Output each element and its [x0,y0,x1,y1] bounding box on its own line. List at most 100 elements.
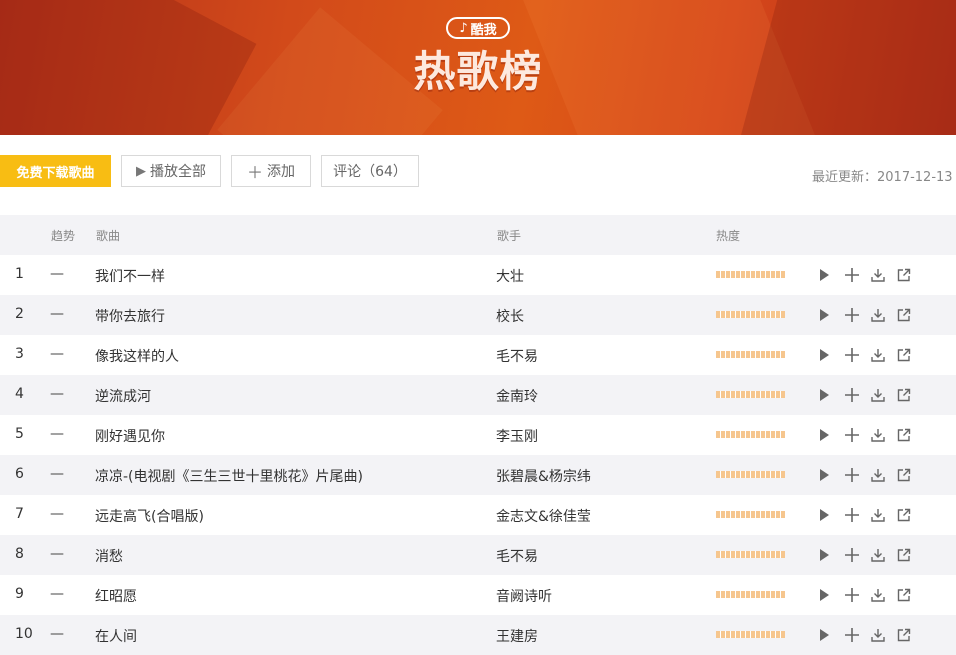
share-icon[interactable] [897,546,923,564]
heat-fill [716,271,785,278]
play-icon[interactable] [819,306,845,324]
add-icon[interactable] [845,346,871,364]
heat-fill [716,551,785,558]
artist-name[interactable]: 音阙诗听 [496,586,552,606]
song-title[interactable]: 消愁 [95,546,123,566]
row-actions [819,386,923,404]
play-icon[interactable] [819,466,845,484]
song-title[interactable]: 凉凉-(电视剧《三生三世十里桃花》片尾曲) [95,466,363,486]
chart-banner: ♪ 酷我 热歌榜 [0,0,956,135]
add-icon[interactable] [845,546,871,564]
header-artist: 歌手 [497,229,522,243]
artist-name[interactable]: 王建房 [496,626,538,646]
row-actions [819,426,923,444]
trend: — [50,306,64,322]
free-download-button[interactable]: 免费下载歌曲 [0,155,111,187]
song-title[interactable]: 带你去旅行 [95,306,165,326]
add-icon[interactable] [845,506,871,524]
add-icon[interactable] [845,426,871,444]
song-title[interactable]: 我们不一样 [95,266,165,286]
share-icon[interactable] [897,626,923,644]
add-button[interactable]: ＋ 添加 [231,155,311,187]
add-icon[interactable] [845,386,871,404]
add-icon[interactable] [845,306,871,324]
share-icon[interactable] [897,386,923,404]
play-icon[interactable] [819,266,845,284]
artist-name[interactable]: 李玉刚 [496,426,538,446]
play-all-button[interactable]: ▶ 播放全部 [121,155,221,187]
download-icon[interactable] [871,626,897,644]
song-title[interactable]: 远走高飞(合唱版) [95,506,204,526]
play-icon[interactable] [819,426,845,444]
table-row: 10 — 在人间 王建房 [0,615,956,655]
download-icon[interactable] [871,546,897,564]
song-title[interactable]: 红昭愿 [95,586,137,606]
heat-fill [716,471,785,478]
download-icon[interactable] [871,426,897,444]
brand-name: 酷我 [470,22,497,38]
artist-name[interactable]: 金志文&徐佳莹 [496,506,591,526]
table-row: 1 — 我们不一样 大壮 [0,255,956,295]
download-icon[interactable] [871,386,897,404]
heat-bar [716,631,785,638]
table-row: 3 — 像我这样的人 毛不易 [0,335,956,375]
heat-fill [716,511,785,518]
download-icon[interactable] [871,346,897,364]
kuwo-logo: ♪ 酷我 [446,17,510,39]
download-icon[interactable] [871,586,897,604]
play-icon[interactable] [819,346,845,364]
artist-name[interactable]: 大壮 [496,266,524,286]
artist-name[interactable]: 校长 [496,306,524,326]
song-title[interactable]: 像我这样的人 [95,346,179,366]
row-actions [819,546,923,564]
heat-fill [716,431,785,438]
heat-bar [716,431,785,438]
heat-fill [716,311,785,318]
table-header: 趋势 歌曲 歌手 热度 [0,215,956,255]
artist-name[interactable]: 张碧晨&杨宗纬 [496,466,591,486]
share-icon[interactable] [897,506,923,524]
play-icon[interactable] [819,586,845,604]
add-icon[interactable] [845,626,871,644]
rank: 5 [15,426,24,442]
song-title[interactable]: 逆流成河 [95,386,151,406]
download-icon[interactable] [871,306,897,324]
share-icon[interactable] [897,426,923,444]
share-icon[interactable] [897,266,923,284]
add-icon[interactable] [845,466,871,484]
banner-facet [0,0,257,135]
table-row: 2 — 带你去旅行 校长 [0,295,956,335]
download-icon[interactable] [871,466,897,484]
play-icon[interactable] [819,626,845,644]
share-icon[interactable] [897,306,923,324]
row-actions [819,466,923,484]
row-actions [819,306,923,324]
comment-button[interactable]: 评论（64） [321,155,419,187]
play-icon[interactable] [819,506,845,524]
download-icon[interactable] [871,266,897,284]
add-icon[interactable] [845,586,871,604]
play-icon[interactable] [819,386,845,404]
row-actions [819,506,923,524]
artist-name[interactable]: 毛不易 [496,346,538,366]
rank: 1 [15,266,24,282]
add-icon[interactable] [845,266,871,284]
rank: 6 [15,466,24,482]
download-icon[interactable] [871,506,897,524]
row-actions [819,346,923,364]
page-title: 热歌榜 [413,47,543,96]
row-actions [819,266,923,284]
artist-name[interactable]: 毛不易 [496,546,538,566]
trend: — [50,546,64,562]
heat-bar [716,271,785,278]
share-icon[interactable] [897,346,923,364]
heat-bar [716,311,785,318]
heat-fill [716,391,785,398]
play-icon[interactable] [819,546,845,564]
song-title[interactable]: 在人间 [95,626,137,646]
share-icon[interactable] [897,586,923,604]
song-title[interactable]: 刚好遇见你 [95,426,165,446]
banner-facet [738,0,956,135]
artist-name[interactable]: 金南玲 [496,386,538,406]
share-icon[interactable] [897,466,923,484]
